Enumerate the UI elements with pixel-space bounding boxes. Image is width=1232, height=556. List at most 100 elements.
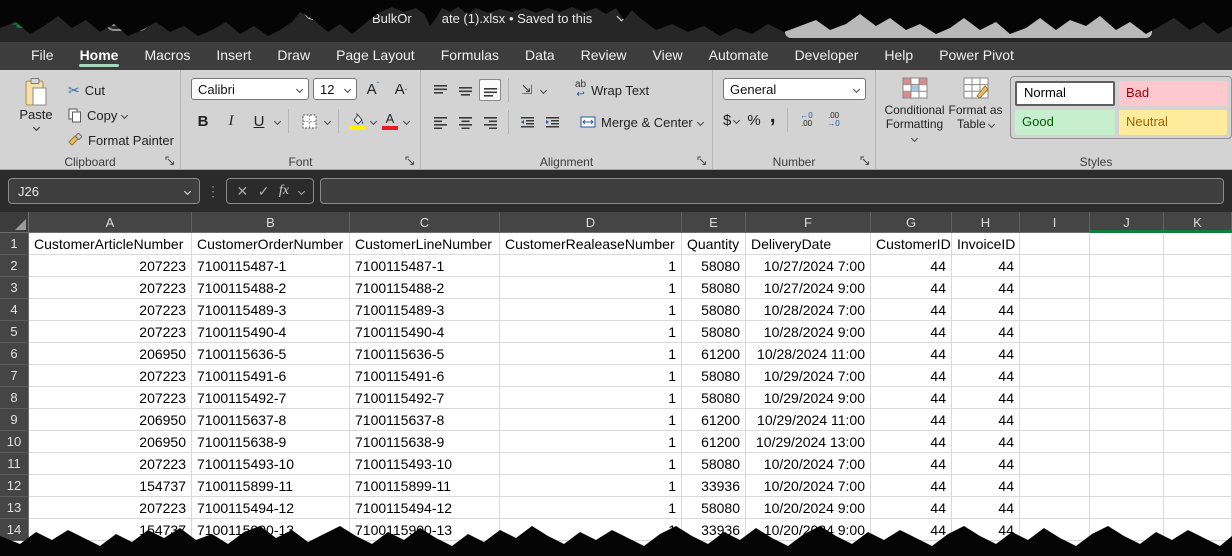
column-header-F[interactable]: F (746, 212, 871, 233)
cell-H5[interactable]: 44 (952, 321, 1020, 343)
cell-A1[interactable]: CustomerArticleNumber (29, 233, 192, 255)
cell-J5[interactable] (1090, 321, 1164, 343)
row-header-7[interactable]: 7 (0, 365, 29, 387)
column-header-G[interactable]: G (871, 212, 952, 233)
autosave-toggle[interactable] (106, 15, 148, 31)
cell-A10[interactable]: 206950 (29, 431, 192, 453)
cell-B12[interactable]: 7100115899-11 (192, 475, 350, 497)
cell-I9[interactable] (1020, 409, 1090, 431)
cell-J10[interactable] (1090, 431, 1164, 453)
cell-D12[interactable]: 1 (500, 475, 682, 497)
cell-D7[interactable]: 1 (500, 365, 682, 387)
clipboard-dialog-launcher[interactable] (165, 156, 175, 166)
cell-K5[interactable] (1164, 321, 1232, 343)
cell-E3[interactable]: 58080 (682, 277, 746, 299)
decrease-indent-button[interactable] (516, 111, 538, 133)
cell-H8[interactable]: 44 (952, 387, 1020, 409)
cell-G5[interactable]: 44 (871, 321, 952, 343)
cell-J1[interactable] (1090, 233, 1164, 255)
align-left-button[interactable] (429, 111, 451, 133)
cell-F10[interactable]: 10/29/2024 13:00 (746, 431, 871, 453)
cell-G1[interactable]: CustomerID (871, 233, 952, 255)
wrap-text-button[interactable]: ab↩ Wrap Text (575, 79, 649, 101)
formula-input[interactable] (320, 178, 1224, 204)
cell-K9[interactable] (1164, 409, 1232, 431)
cell-K4[interactable] (1164, 299, 1232, 321)
cell-F11[interactable]: 10/20/2024 7:00 (746, 453, 871, 475)
cell-H13[interactable]: 44 (952, 497, 1020, 519)
cell-H3[interactable]: 44 (952, 277, 1020, 299)
cell-G13[interactable]: 44 (871, 497, 952, 519)
cell-B6[interactable]: 7100115636-5 (192, 343, 350, 365)
cell-B10[interactable]: 7100115638-9 (192, 431, 350, 453)
cell-K7[interactable] (1164, 365, 1232, 387)
cell-I1[interactable] (1020, 233, 1090, 255)
cell-F1[interactable]: DeliveryDate (746, 233, 871, 255)
tab-view[interactable]: View (640, 42, 696, 70)
font-color-button[interactable]: A (380, 113, 400, 130)
chevron-down-icon[interactable] (540, 86, 547, 93)
cell-C7[interactable]: 7100115491-6 (350, 365, 500, 387)
cell-B3[interactable]: 7100115488-2 (192, 277, 350, 299)
cell-style-neutral[interactable]: Neutral (1119, 110, 1227, 135)
cell-A11[interactable]: 207223 (29, 453, 192, 475)
cell-E2[interactable]: 58080 (682, 255, 746, 277)
decrease-decimal-button[interactable]: .00→0 (822, 112, 846, 128)
cell-H6[interactable]: 44 (952, 343, 1020, 365)
cell-E12[interactable]: 33936 (682, 475, 746, 497)
cell-E13[interactable]: 58080 (682, 497, 746, 519)
cell-style-bad[interactable]: Bad (1119, 81, 1227, 106)
column-header-D[interactable]: D (500, 212, 682, 233)
cell-G7[interactable]: 44 (871, 365, 952, 387)
cell-B8[interactable]: 7100115492-7 (192, 387, 350, 409)
row-header-12[interactable]: 12 (0, 475, 29, 497)
cell-G12[interactable]: 44 (871, 475, 952, 497)
cell-J14[interactable] (1090, 519, 1164, 541)
cell-style-good[interactable]: Good (1015, 110, 1115, 135)
cell-F3[interactable]: 10/27/2024 9:00 (746, 277, 871, 299)
bold-button[interactable]: B (191, 110, 215, 132)
tab-data[interactable]: Data (512, 42, 568, 70)
cell-K12[interactable] (1164, 475, 1232, 497)
align-right-button[interactable] (479, 111, 501, 133)
cell-I11[interactable] (1020, 453, 1090, 475)
cell-J13[interactable] (1090, 497, 1164, 519)
cell-I5[interactable] (1020, 321, 1090, 343)
cell-G3[interactable]: 44 (871, 277, 952, 299)
align-center-button[interactable] (454, 111, 476, 133)
column-header-C[interactable]: C (350, 212, 500, 233)
row-header-4[interactable]: 4 (0, 299, 29, 321)
cell-B5[interactable]: 7100115490-4 (192, 321, 350, 343)
cell-C5[interactable]: 7100115490-4 (350, 321, 500, 343)
tab-review[interactable]: Review (568, 42, 640, 70)
cell-C9[interactable]: 7100115637-8 (350, 409, 500, 431)
cell-C14[interactable]: 7100115900-13 (350, 519, 500, 541)
tab-developer[interactable]: Developer (782, 42, 872, 70)
cell-K10[interactable] (1164, 431, 1232, 453)
column-header-K[interactable]: K (1164, 212, 1232, 233)
increase-indent-button[interactable] (541, 111, 563, 133)
cell-K6[interactable] (1164, 343, 1232, 365)
cell-D6[interactable]: 1 (500, 343, 682, 365)
cell-A8[interactable]: 207223 (29, 387, 192, 409)
cell-A4[interactable]: 207223 (29, 299, 192, 321)
cell-I2[interactable] (1020, 255, 1090, 277)
row-header-13[interactable]: 13 (0, 497, 29, 519)
cell-D4[interactable]: 1 (500, 299, 682, 321)
cell-G6[interactable]: 44 (871, 343, 952, 365)
cell-D8[interactable]: 1 (500, 387, 682, 409)
cell-E6[interactable]: 61200 (682, 343, 746, 365)
cell-D5[interactable]: 1 (500, 321, 682, 343)
insert-function-button[interactable]: fx (279, 183, 289, 199)
cell-C3[interactable]: 7100115488-2 (350, 277, 500, 299)
cell-C8[interactable]: 7100115492-7 (350, 387, 500, 409)
cell-F4[interactable]: 10/28/2024 7:00 (746, 299, 871, 321)
cell-H4[interactable]: 44 (952, 299, 1020, 321)
cell-A6[interactable]: 206950 (29, 343, 192, 365)
cell-C12[interactable]: 7100115899-11 (350, 475, 500, 497)
column-header-H[interactable]: H (952, 212, 1020, 233)
conditional-formatting-button[interactable]: ConditionalFormatting (884, 76, 945, 170)
cell-D10[interactable]: 1 (500, 431, 682, 453)
cell-I8[interactable] (1020, 387, 1090, 409)
increase-font-button[interactable]: Aˆ (361, 78, 385, 100)
